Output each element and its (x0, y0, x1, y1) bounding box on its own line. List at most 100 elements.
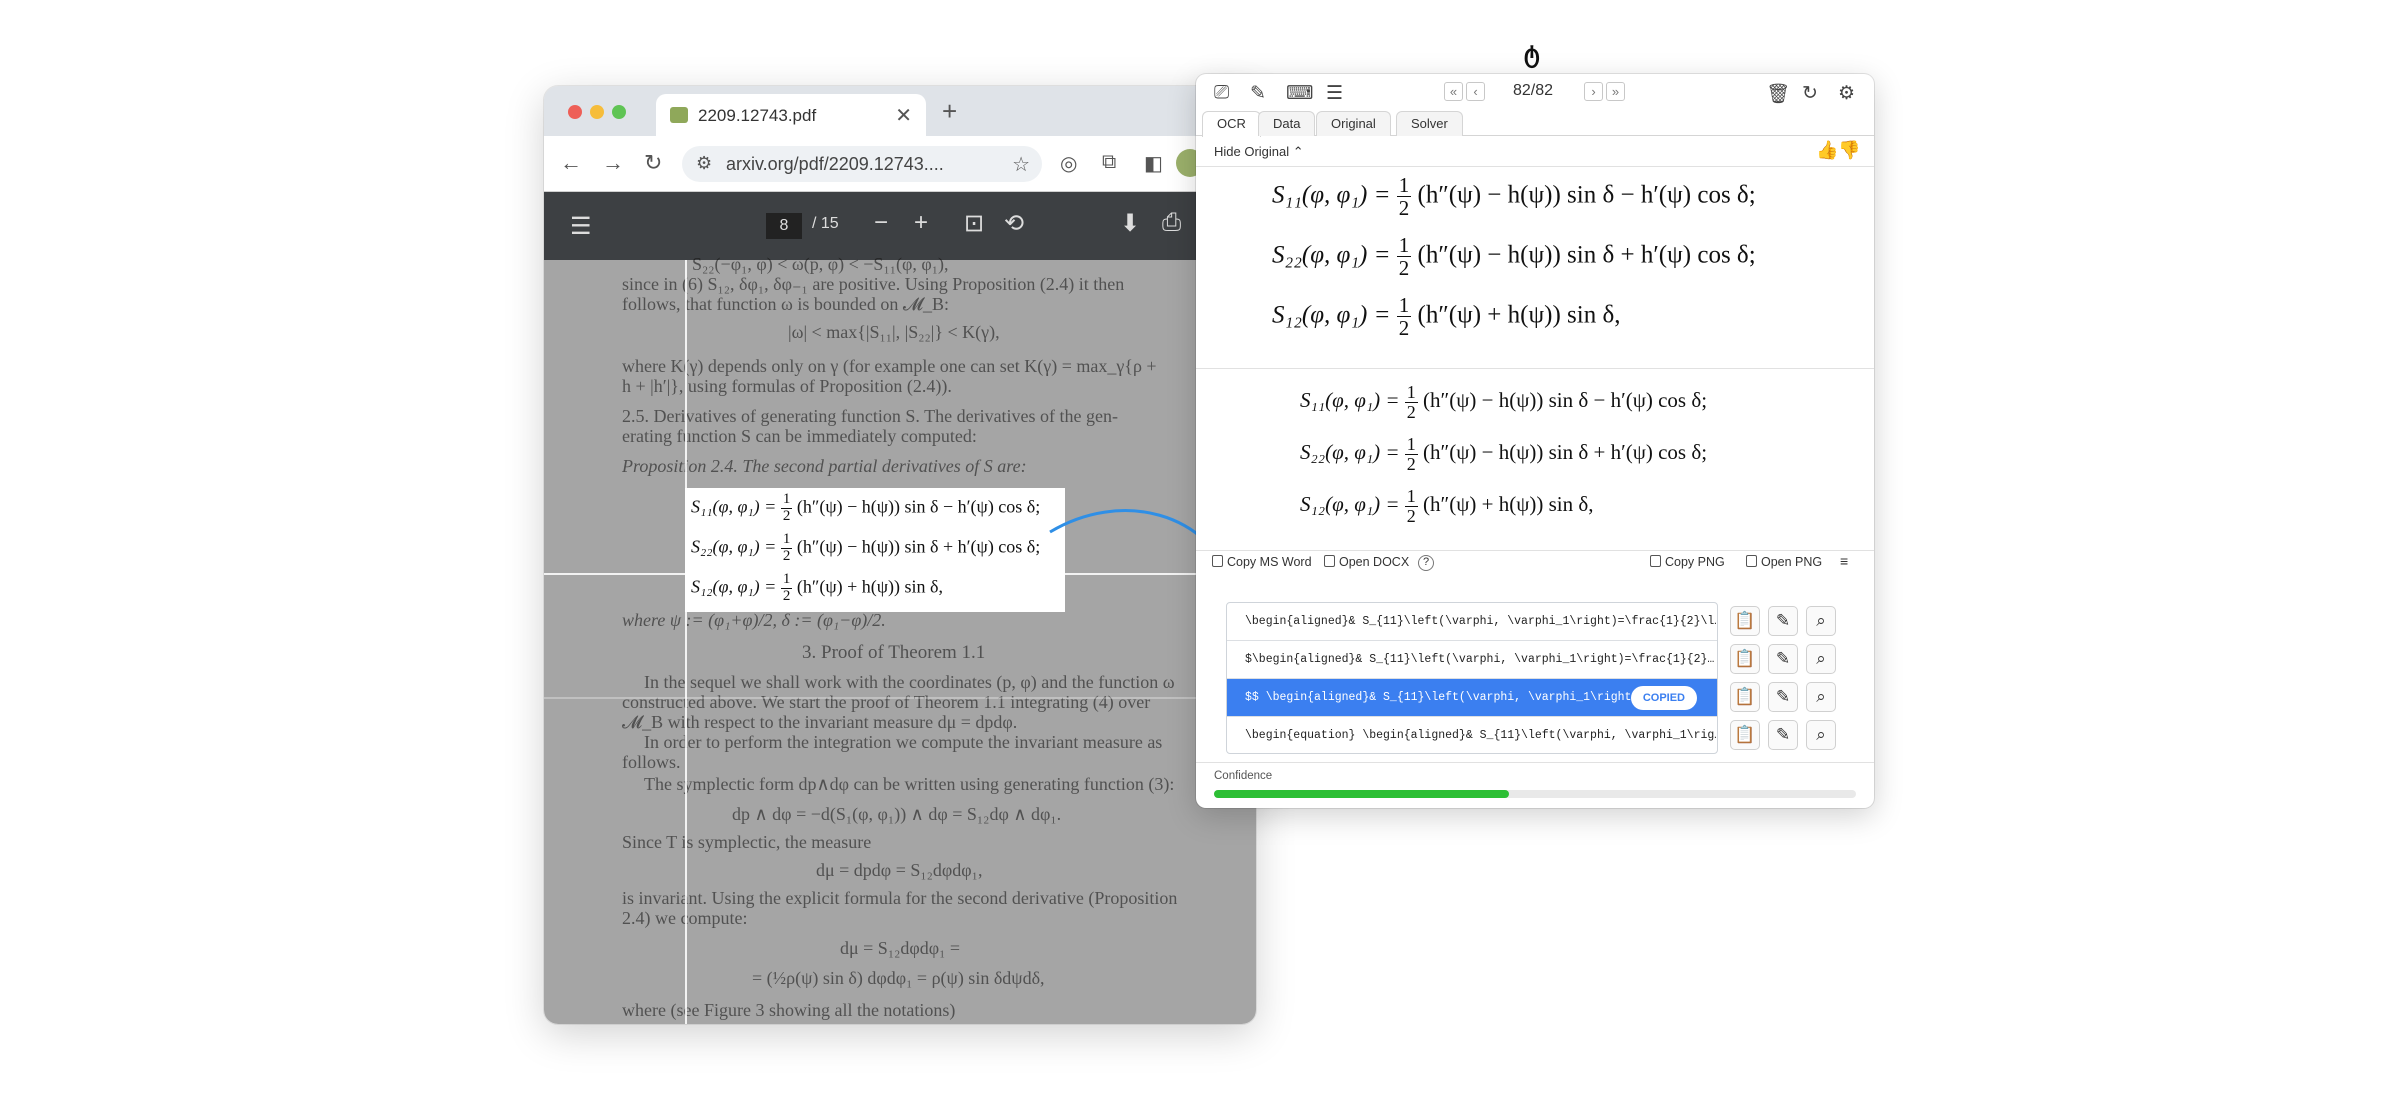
tab-data[interactable]: Data (1258, 111, 1316, 136)
fraction-denominator: 2 (1398, 256, 1410, 281)
text-lines-icon[interactable]: ☰ (1326, 82, 1343, 105)
zoom-in-button[interactable]: + (914, 209, 928, 237)
rotate-icon[interactable]: ⟲ (1004, 209, 1024, 238)
pdf-line: dμ = dpdφ = S₁₂dφdφ₁, (816, 860, 983, 880)
eq-lhs: S₁₂(φ, φ₁) = (691, 576, 777, 597)
last-page-button[interactable]: » (1606, 82, 1625, 101)
search-icon[interactable]: ⌕ (1806, 644, 1836, 674)
clipboard-icon[interactable]: 📋 (1730, 606, 1760, 636)
hide-original-toggle[interactable]: Hide Original ⌃ (1214, 144, 1304, 160)
edit-icon[interactable]: ✎ (1768, 644, 1798, 674)
latex-snippet[interactable]: \begin{equation} \begin{aligned}& S_{11}… (1227, 717, 1717, 753)
fraction-denominator: 2 (782, 507, 791, 524)
pdf-line: Since T is symplectic, the measure (622, 832, 872, 852)
eq-rhs: (h″(ψ) + h(ψ)) sin δ, (796, 576, 943, 597)
clipboard-icon[interactable]: 📋 (1730, 644, 1760, 674)
eq-lhs: S₁₁(φ, φ₁) = (691, 496, 777, 517)
edit-icon[interactable]: ✎ (1768, 682, 1798, 712)
thumbs-down-icon[interactable]: 👎 (1838, 140, 1860, 161)
clipboard-icon[interactable]: 📋 (1730, 720, 1760, 750)
site-settings-icon[interactable]: ⚙ (696, 153, 712, 174)
help-icon[interactable]: ? (1418, 555, 1434, 571)
pen-icon[interactable]: ✎ (1250, 82, 1266, 105)
edit-icon[interactable]: ✎ (1768, 720, 1798, 750)
latex-snippet[interactable]: $\begin{aligned}& S_{11}\left(\varphi, \… (1227, 641, 1717, 679)
copy-png-button[interactable]: Copy PNG (1650, 555, 1725, 569)
tab-close-icon[interactable]: ✕ (895, 103, 912, 128)
gear-icon[interactable]: ⚙ (1838, 82, 1855, 105)
clipboard-icon[interactable]: 📋 (1730, 682, 1760, 712)
reload-button[interactable]: ↻ (644, 150, 662, 176)
side-panel-icon[interactable]: ◧ (1144, 151, 1163, 176)
close-window-button[interactable] (568, 105, 582, 119)
rendered-result: S₁₁(φ, φ₁) = 12 (h″(ψ) − h(ψ)) sin δ − h… (1196, 369, 1874, 549)
thumbs-up-icon[interactable]: 👍 (1816, 140, 1838, 161)
snip-panel: ⎚ ✎ ⌨ ☰ « ‹ 82/82 › » 🗑 ↻ ⚙ OCR Data Ori… (1196, 74, 1874, 808)
browser-tab[interactable]: 2209.12743.pdf ✕ (656, 94, 926, 136)
edit-icon[interactable]: ✎ (1768, 606, 1798, 636)
print-icon[interactable]: ⎙ (1162, 209, 1181, 237)
browser-toolbar: ← → ↻ ⚙ arxiv.org/pdf/2209.12743.... ☆ ◎… (544, 136, 1256, 192)
tab-solver[interactable]: Solver (1396, 111, 1463, 136)
tab-title: 2209.12743.pdf (698, 106, 817, 125)
search-icon[interactable]: ⌕ (1806, 720, 1836, 750)
latex-snippet-selected[interactable]: $$ \begin{aligned}& S_{11}\left(\varphi,… (1227, 679, 1717, 717)
search-icon[interactable]: ⌕ (1806, 682, 1836, 712)
screenshot-icon[interactable]: ⎚ (1214, 82, 1229, 104)
eq-rhs: (h″(ψ) − h(ψ)) sin δ − h′(ψ) cos δ; (1417, 181, 1756, 209)
next-page-button[interactable]: › (1584, 82, 1603, 101)
search-icon[interactable]: ⌕ (1806, 606, 1836, 636)
fit-page-icon[interactable]: ⊡ (964, 209, 984, 238)
open-png-button[interactable]: Open PNG (1746, 555, 1822, 569)
pdf-line: h + |h′|}, using formulas of Proposition… (622, 376, 952, 396)
crosshair-vertical (685, 260, 687, 1024)
eq-lhs: S₂₂(φ, φ₁) = (1272, 241, 1391, 269)
first-page-button[interactable]: « (1444, 82, 1463, 101)
puzzle-extensions-icon[interactable]: ⧉ (1102, 151, 1116, 174)
bookmark-star-icon[interactable]: ☆ (1012, 152, 1030, 177)
pdf-line: 2.5. Derivatives of generating function … (622, 406, 1119, 426)
pdf-line: follows, that function ω is bounded on 𝓜… (622, 294, 949, 314)
export-actions: Copy MS Word Open DOCX ? Copy PNG Open P… (1196, 550, 1874, 574)
latex-snippet[interactable]: \begin{aligned}& S_{11}\left(\varphi, \v… (1227, 603, 1717, 641)
address-bar[interactable]: ⚙ arxiv.org/pdf/2209.12743.... ☆ (682, 146, 1042, 182)
half-fraction: 12 (780, 531, 793, 565)
prev-page-button[interactable]: ‹ (1466, 82, 1485, 101)
original-equation-row: S₂₂(φ, φ₁) = 12 (h″(ψ) − h(ψ)) sin δ + h… (1272, 234, 1756, 279)
eq-rhs: (h″(ψ) + h(ψ)) sin δ, (1423, 492, 1594, 517)
pdf-page-input[interactable]: 8 (766, 213, 802, 239)
zoom-out-button[interactable]: − (874, 209, 888, 237)
eq-lhs: S₁₁(φ, φ₁) = (1300, 388, 1400, 413)
pdf-menu-icon[interactable]: ☰ (570, 212, 592, 241)
new-tab-button[interactable]: + (942, 96, 957, 127)
tab-ocr[interactable]: OCR (1202, 111, 1261, 137)
sliders-icon[interactable]: ≡ (1840, 553, 1848, 569)
maximize-window-button[interactable] (612, 105, 626, 119)
download-icon[interactable]: ⬇ (1120, 209, 1140, 238)
open-external-icon (1746, 555, 1757, 567)
tab-original[interactable]: Original (1316, 111, 1391, 136)
keyboard-icon[interactable]: ⌨ (1286, 82, 1313, 105)
back-button[interactable]: ← (560, 150, 582, 176)
fraction-denominator: 2 (782, 587, 791, 604)
fraction-numerator: 1 (780, 491, 793, 509)
open-docx-button[interactable]: Open DOCX (1324, 555, 1409, 569)
half-fraction: 12 (1404, 435, 1418, 474)
snip-selection[interactable]: S₁₁(φ, φ₁) = 12 (h″(ψ) − h(ψ)) sin δ − h… (685, 488, 1065, 612)
minimize-window-button[interactable] (590, 105, 604, 119)
eq-lhs: S₂₂(φ, φ₁) = (691, 536, 777, 557)
half-fraction: 12 (1396, 294, 1412, 339)
half-fraction: 12 (1404, 383, 1418, 422)
pdf-line: since in (6) S₁₂, δφ₁, δφ₋₁ are positive… (622, 274, 1125, 294)
eq-rhs: (h″(ψ) − h(ψ)) sin δ − h′(ψ) cos δ; (796, 496, 1041, 517)
pdf-page-content: S₂₂(−φ₁, φ) < ω(p, φ) < −S₁₁(φ, φ₁), sin… (544, 254, 1256, 1024)
fraction-numerator: 1 (780, 531, 793, 549)
selected-equation-row: S₁₁(φ, φ₁) = 12 (h″(ψ) − h(ψ)) sin δ − h… (691, 491, 1041, 525)
copy-ms-word-button[interactable]: Copy MS Word (1212, 555, 1312, 569)
extension-icon[interactable]: ◎ (1060, 151, 1077, 176)
trash-icon[interactable]: 🗑 (1766, 82, 1790, 106)
pdf-line: |ω| < max{|S₁₁|, |S₂₂|} < K(γ), (788, 322, 1000, 342)
forward-button[interactable]: → (602, 150, 624, 176)
refresh-icon[interactable]: ↻ (1802, 82, 1818, 105)
app-logo: ტ (1524, 41, 1540, 68)
